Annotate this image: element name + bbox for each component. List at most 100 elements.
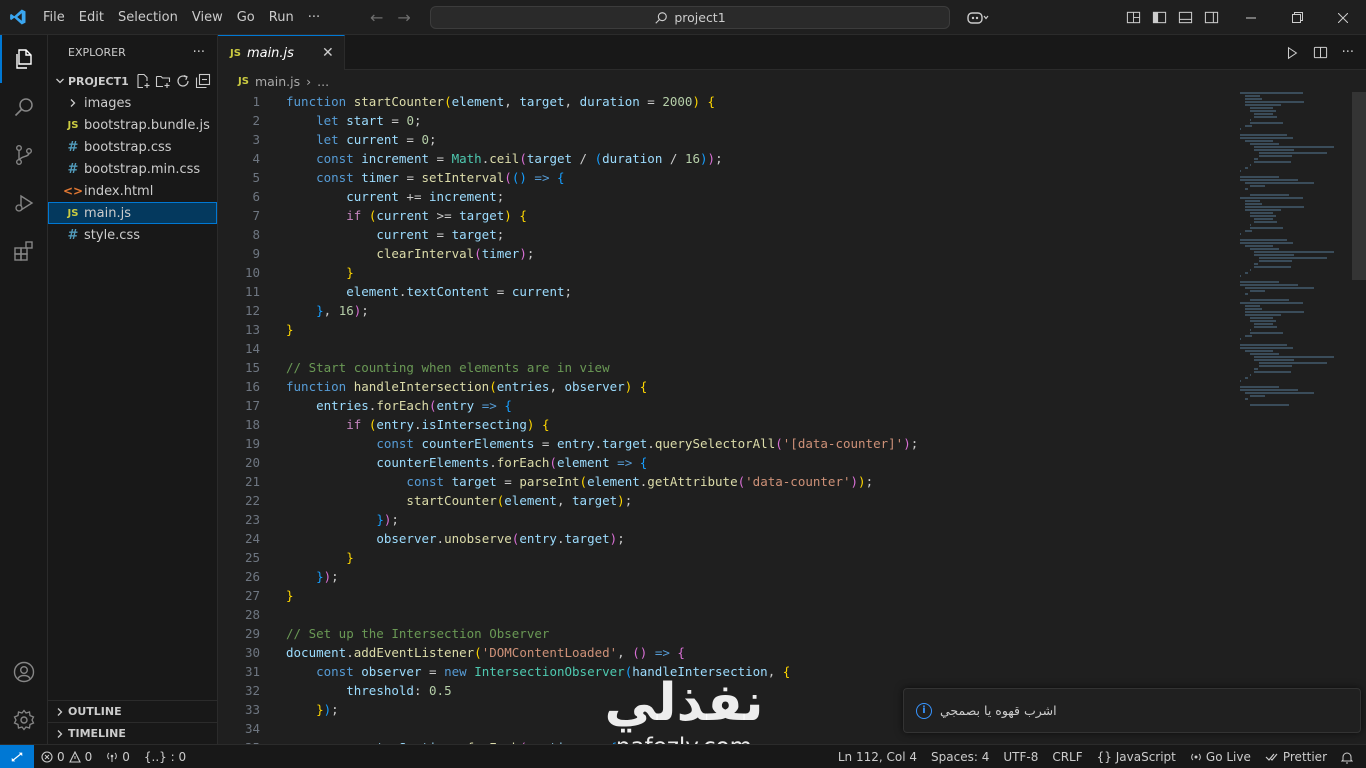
run-code-icon[interactable] [1285, 46, 1299, 60]
refresh-icon[interactable] [175, 73, 191, 89]
tree-item-images[interactable]: images [48, 92, 217, 114]
cursor-position[interactable]: Ln 112, Col 4 [831, 745, 924, 768]
vscode-logo-icon [0, 0, 36, 35]
timeline-section[interactable]: TIMELINE [48, 722, 218, 744]
braces-indicator[interactable]: {..} : 0 [137, 745, 193, 768]
minimap-line [1244, 392, 1315, 394]
line-number: 24 [244, 531, 260, 546]
minimap-line [1240, 284, 1299, 286]
ports-count: 0 [122, 749, 130, 764]
run-debug-icon[interactable] [0, 179, 48, 227]
minimize-icon[interactable] [1228, 0, 1274, 35]
collapse-all-icon[interactable] [195, 73, 211, 89]
minimap-line [1244, 272, 1249, 274]
tree-item-main-js[interactable]: JS main.js [48, 202, 217, 224]
indentation[interactable]: Spaces: 4 [924, 745, 996, 768]
broadcast-icon [1191, 753, 1201, 761]
close-window-icon[interactable] [1320, 0, 1366, 35]
copilot-icon[interactable] [960, 0, 996, 35]
notification-toast[interactable]: i اشرب قهوه يا بصمجي [903, 688, 1361, 733]
menu-selection[interactable]: Selection [111, 0, 185, 35]
outline-section[interactable]: OUTLINE [48, 700, 218, 722]
minimap-line [1244, 308, 1263, 310]
forward-arrow-icon[interactable]: → [397, 8, 410, 27]
minimap-line [1244, 293, 1249, 295]
editor-more-icon[interactable]: ··· [1342, 45, 1354, 60]
code-line: document.addEventListener('DOMContentLoa… [286, 645, 685, 660]
language-mode[interactable]: {} JavaScript [1090, 745, 1183, 768]
tab-main-js[interactable]: JS main.js ✕ [218, 35, 345, 70]
menu-more[interactable]: ··· [301, 0, 327, 35]
search-icon [655, 11, 668, 24]
minimap[interactable] [1240, 92, 1352, 406]
remote-indicator-icon[interactable] [0, 744, 34, 768]
tree-item-bootstrap-css[interactable]: # bootstrap.css [48, 136, 217, 158]
command-center-search[interactable]: project1 [430, 6, 950, 29]
minimap-line [1259, 260, 1293, 262]
minimap-line [1249, 227, 1283, 229]
tree-item-index-html[interactable]: <> index.html [48, 180, 217, 202]
back-arrow-icon[interactable]: ← [370, 8, 383, 27]
breadcrumb-file[interactable]: main.js [255, 74, 300, 89]
toggle-primary-sidebar-icon[interactable] [1146, 0, 1172, 35]
minimap-line [1254, 326, 1278, 328]
close-tab-icon[interactable]: ✕ [322, 45, 334, 61]
toggle-panel-icon[interactable] [1172, 0, 1198, 35]
notifications-bell-icon[interactable] [1334, 745, 1360, 768]
problems-indicator[interactable]: 0 0 [34, 745, 99, 768]
menu-view[interactable]: View [185, 0, 230, 35]
project-folder-header[interactable]: PROJECT1 [48, 70, 217, 92]
breadcrumb-more[interactable]: ... [317, 74, 329, 89]
minimap-line [1244, 101, 1305, 103]
go-live-button[interactable]: Go Live [1183, 745, 1258, 768]
toggle-secondary-sidebar-icon[interactable] [1198, 0, 1224, 35]
minimap-line [1244, 203, 1263, 205]
ports-indicator[interactable]: 0 [99, 745, 137, 768]
minimap-line [1240, 239, 1288, 241]
search-view-icon[interactable] [0, 83, 48, 131]
split-editor-icon[interactable] [1313, 45, 1328, 60]
vertical-scrollbar[interactable] [1352, 92, 1366, 280]
new-folder-icon[interactable] [155, 73, 171, 89]
extensions-icon[interactable] [0, 227, 48, 275]
menu-file[interactable]: File [36, 0, 72, 35]
menu-run[interactable]: Run [262, 0, 301, 35]
restore-icon[interactable] [1274, 0, 1320, 35]
line-number: 34 [244, 721, 260, 736]
minimap-line [1240, 281, 1279, 283]
minimap-line [1244, 314, 1282, 316]
code-line: let current = 0; [316, 132, 437, 147]
file-name: style.css [84, 227, 140, 243]
code-line: }, 16); [316, 303, 369, 318]
customize-layout-icon[interactable] [1120, 0, 1146, 35]
explorer-more-icon[interactable]: ··· [193, 45, 205, 60]
prettier-button[interactable]: Prettier [1258, 745, 1334, 768]
explorer-icon[interactable] [0, 35, 48, 83]
new-file-icon[interactable] [135, 73, 151, 89]
line-number: 13 [244, 322, 260, 337]
encoding[interactable]: UTF-8 [996, 745, 1045, 768]
warning-count: 0 [84, 749, 93, 764]
line-number: 19 [244, 436, 260, 451]
end-of-line[interactable]: CRLF [1045, 745, 1089, 768]
tree-item-style-css[interactable]: # style.css [48, 224, 217, 246]
source-control-icon[interactable] [0, 131, 48, 179]
minimap-line [1240, 302, 1303, 304]
minimap-line [1240, 170, 1242, 172]
accounts-icon[interactable] [0, 648, 48, 696]
menu-go[interactable]: Go [230, 0, 262, 35]
code-line: const target = parseInt(element.getAttri… [406, 474, 874, 489]
settings-gear-icon[interactable] [0, 696, 48, 744]
minimap-line [1249, 185, 1265, 187]
tree-item-bootstrap-bundle-js[interactable]: JS bootstrap.bundle.js [48, 114, 217, 136]
code-editor[interactable]: 1 2 3 4 5 6 7 8 9 10 11 12 13 14 15 16 17 18 19 20 21 22 23 24 2… [218, 92, 1366, 744]
minimap-line [1259, 365, 1293, 367]
tree-item-bootstrap-min-css[interactable]: # bootstrap.min.css [48, 158, 217, 180]
minimap-line [1244, 311, 1305, 313]
code-line: const timer = setInterval(() => { [316, 170, 565, 185]
menu-bar: File Edit Selection View Go Run ··· [36, 0, 327, 35]
minimap-line [1254, 158, 1258, 160]
menu-edit[interactable]: Edit [72, 0, 111, 35]
minimap-line [1240, 134, 1288, 136]
explorer-sidebar: EXPLORER ··· PROJECT1 images JS bootstra… [48, 35, 218, 744]
